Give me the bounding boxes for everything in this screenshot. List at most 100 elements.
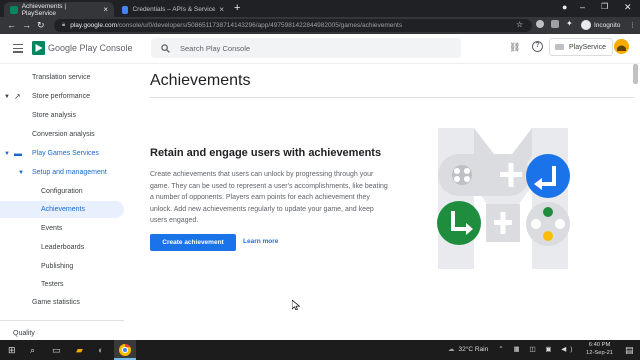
sidebar-item-label: Events bbox=[41, 225, 63, 232]
chrome-taskbar-button[interactable] bbox=[114, 340, 136, 360]
clock-time: 6:40 PM bbox=[588, 342, 611, 348]
search-input[interactable]: Search Play Console bbox=[151, 38, 461, 58]
empty-state-description: Create achievements that users can unloc… bbox=[150, 171, 388, 224]
sidebar-item-label: Translation service bbox=[32, 74, 91, 81]
back-icon[interactable]: ← bbox=[7, 19, 16, 32]
achievements-illustration bbox=[437, 128, 570, 269]
sidebar-item-events[interactable]: Events bbox=[0, 220, 124, 237]
scrollbar[interactable] bbox=[633, 64, 638, 84]
cloud-rain-icon: ☁ bbox=[448, 346, 455, 353]
sidebar-nav: Translation service ▼ ↗ Store performanc… bbox=[0, 64, 124, 340]
clock-date: 12-Sep-21 bbox=[586, 349, 614, 356]
system-tray-icons[interactable]: ⌃ ▦ ◫ ▣ ◀) bbox=[498, 345, 576, 353]
google-cloud-favicon-icon bbox=[122, 5, 129, 14]
gamepad-icon: ▬ bbox=[14, 149, 22, 158]
close-window-icon[interactable]: ✕ bbox=[624, 2, 632, 13]
menu-icon[interactable] bbox=[13, 44, 23, 55]
new-tab-button[interactable]: + bbox=[234, 2, 240, 14]
close-tab-icon[interactable]: × bbox=[103, 5, 108, 14]
main-content: Achievements Retain and engage users wit… bbox=[124, 64, 640, 340]
app-icon[interactable]: ◐ bbox=[98, 344, 103, 356]
sidebar-item-achievements[interactable]: Achievements bbox=[0, 201, 124, 218]
mouse-cursor-icon bbox=[292, 300, 300, 310]
help-icon[interactable]: ? bbox=[532, 41, 543, 52]
title-divider bbox=[150, 97, 634, 98]
account-avatar-icon bbox=[614, 39, 629, 54]
developer-account-chip[interactable]: PlayService bbox=[549, 38, 613, 56]
sidebar-item-label: Testers bbox=[41, 281, 64, 288]
sidebar-item-label: Configuration bbox=[41, 188, 83, 195]
developer-name: PlayService bbox=[569, 43, 606, 51]
sidebar-item-label: Leaderboards bbox=[41, 244, 85, 251]
create-achievement-button[interactable]: Create achievement bbox=[150, 234, 236, 251]
task-view-icon[interactable]: ▭ bbox=[52, 344, 61, 356]
page-title: Achievements bbox=[150, 72, 251, 89]
sidebar-item-store-performance[interactable]: ▼ ↗ Store performance bbox=[0, 88, 124, 105]
sidebar-item-leaderboards[interactable]: Leaderboards bbox=[0, 239, 124, 256]
browser-toolbar: ← → ↻ 🔒︎ play.google.com/console/u/0/dev… bbox=[0, 17, 640, 34]
sidebar-item-game-statistics[interactable]: Game statistics bbox=[0, 294, 124, 311]
file-explorer-icon[interactable]: ▰ bbox=[76, 344, 83, 356]
expand-caret-icon[interactable]: ▼ bbox=[4, 94, 10, 100]
extension-icon[interactable] bbox=[536, 20, 544, 28]
sidebar-item-conversion-analysis[interactable]: Conversion analysis bbox=[0, 126, 124, 143]
avatar[interactable] bbox=[614, 39, 629, 54]
url-path: /console/u/0/developers/5086511738714143… bbox=[117, 22, 403, 29]
weather-widget[interactable]: ☁ 32°C Rain ⌃ ▦ ◫ ▣ ◀) bbox=[448, 345, 576, 354]
trending-up-icon: ↗ bbox=[14, 92, 21, 101]
bookmark-star-icon[interactable]: ☆ bbox=[516, 21, 523, 29]
learn-more-link[interactable]: Learn more bbox=[243, 238, 278, 245]
incognito-badge[interactable]: Incognito ⋮ bbox=[581, 20, 636, 30]
sidebar-item-label: Setup and management bbox=[32, 169, 107, 176]
search-placeholder: Search Play Console bbox=[180, 43, 251, 53]
tab-title: Achievements | PlayService bbox=[21, 2, 67, 17]
empty-state-headline: Retain and engage users with achievement… bbox=[150, 147, 382, 159]
sidebar-item-configuration[interactable]: Configuration bbox=[0, 183, 124, 200]
tab-credentials[interactable]: Credentials – APIs & Services – P... × bbox=[116, 2, 230, 17]
link-icon[interactable]: ⛓ bbox=[509, 42, 520, 53]
play-console-favicon-icon bbox=[10, 5, 18, 14]
minimize-icon[interactable]: – bbox=[580, 2, 585, 12]
developer-image-icon bbox=[555, 44, 564, 50]
tab-achievements[interactable]: Achievements | PlayService × bbox=[4, 2, 114, 17]
sidebar-item-store-analysis[interactable]: Store analysis bbox=[0, 107, 124, 124]
chrome-icon bbox=[119, 344, 131, 356]
browser-tab-bar: Achievements | PlayService × Credentials… bbox=[0, 0, 640, 17]
sidebar-item-publishing[interactable]: Publishing bbox=[0, 258, 124, 275]
sidebar-item-setup-and-management[interactable]: ▼ Setup and management bbox=[0, 164, 124, 181]
sidebar-item-testers[interactable]: Testers bbox=[0, 276, 124, 293]
sidebar-item-label: Achievements bbox=[41, 206, 85, 213]
tab-title: Credentials – APIs & Services – P... bbox=[132, 6, 216, 13]
notifications-icon[interactable]: ▤ bbox=[625, 344, 634, 356]
forward-icon[interactable]: → bbox=[22, 19, 31, 32]
extensions-puzzle-icon[interactable]: ✦ bbox=[566, 20, 573, 28]
search-icon bbox=[161, 43, 170, 53]
tab-search-icon[interactable]: ● bbox=[562, 2, 567, 12]
windows-start-icon[interactable]: ⊞ bbox=[8, 344, 16, 356]
sidebar-item-play-games-services[interactable]: ▼ ▬ Play Games Services bbox=[0, 145, 124, 162]
sidebar-item-label: Store analysis bbox=[32, 112, 76, 119]
close-tab-icon[interactable]: × bbox=[219, 5, 224, 14]
weather-text: 32°C Rain bbox=[458, 345, 489, 353]
expand-caret-icon[interactable]: ▼ bbox=[18, 170, 24, 176]
sidebar-item-label: Quality bbox=[13, 330, 35, 337]
maximize-icon[interactable]: ❐ bbox=[601, 2, 608, 11]
reload-icon[interactable]: ↻ bbox=[37, 19, 45, 32]
sidebar-item-label: Conversion analysis bbox=[32, 131, 95, 138]
address-bar[interactable]: 🔒︎ play.google.com/console/u/0/developer… bbox=[54, 19, 532, 32]
brand-name[interactable]: Google Play Console bbox=[48, 43, 133, 53]
incognito-label: Incognito bbox=[594, 21, 621, 29]
sidebar-item-label: Publishing bbox=[41, 263, 74, 270]
more-menu-icon[interactable]: ⋮ bbox=[629, 21, 636, 29]
sidebar-item-translation-service[interactable]: Translation service bbox=[0, 69, 124, 86]
incognito-icon bbox=[581, 20, 591, 30]
extension-icon[interactable] bbox=[551, 20, 559, 28]
search-icon[interactable]: ⌕ bbox=[30, 344, 35, 356]
url-host: play.google.com bbox=[70, 22, 118, 29]
google-play-console-logo bbox=[32, 41, 45, 55]
lock-icon: 🔒︎ bbox=[62, 22, 66, 28]
system-clock[interactable]: 6:40 PM 12-Sep-21 bbox=[586, 342, 613, 357]
sidebar-divider bbox=[0, 320, 124, 321]
expand-caret-icon[interactable]: ▼ bbox=[4, 151, 10, 157]
sidebar-item-label: Game statistics bbox=[32, 299, 80, 306]
